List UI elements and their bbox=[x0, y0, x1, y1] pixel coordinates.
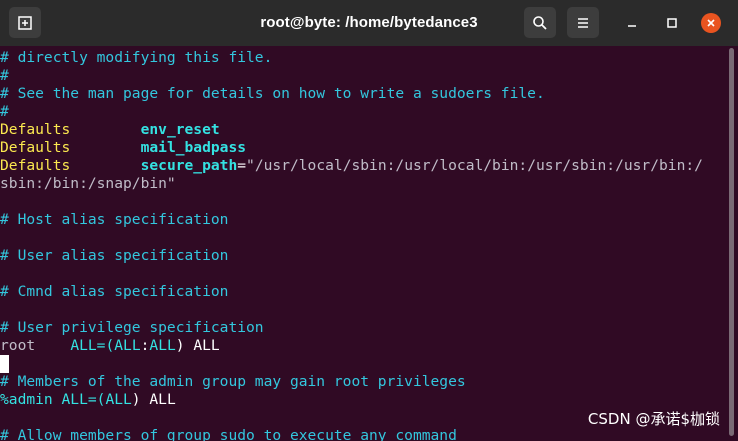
defaults-keyword: Defaults bbox=[0, 139, 71, 156]
maximize-icon bbox=[667, 18, 677, 28]
terminal-line: root ALL=(ALL:ALL) ALL bbox=[0, 337, 725, 355]
terminal-line: sbin:/bin:/snap/bin" bbox=[0, 175, 176, 192]
maximize-button[interactable] bbox=[662, 13, 682, 33]
minimize-icon bbox=[628, 25, 636, 27]
terminal-content[interactable]: # directly modifying this file. # # See … bbox=[0, 46, 725, 441]
terminal-line: # directly modifying this file. bbox=[0, 49, 273, 66]
search-icon bbox=[533, 15, 547, 30]
terminal-line: Defaults mail_badpass bbox=[0, 139, 725, 157]
terminal-line: # User privilege specification bbox=[0, 319, 264, 336]
rule-part: ) ALL bbox=[131, 391, 176, 408]
defaults-key: secure_path bbox=[140, 157, 238, 174]
equals-sign: = bbox=[237, 157, 247, 174]
scrollbar-thumb[interactable] bbox=[729, 48, 734, 436]
search-button[interactable] bbox=[524, 7, 556, 38]
rule-part: ALL bbox=[105, 391, 132, 408]
path-string: "/usr/local/sbin:/usr/local/bin:/usr/sbi… bbox=[246, 157, 703, 174]
terminal-line: Defaults env_reset bbox=[0, 121, 725, 139]
close-icon bbox=[707, 19, 715, 27]
user-name: root bbox=[0, 337, 36, 354]
terminal-line bbox=[0, 355, 725, 373]
defaults-keyword: Defaults bbox=[0, 157, 71, 174]
rule-part: ALL bbox=[114, 337, 141, 354]
terminal-line: # bbox=[0, 67, 9, 84]
terminal-line: Defaults secure_path="/usr/local/sbin:/u… bbox=[0, 157, 725, 175]
scrollbar[interactable] bbox=[725, 46, 738, 438]
terminal-line: %admin ALL=(ALL) ALL bbox=[0, 391, 725, 409]
rule-part: ALL=( bbox=[70, 337, 115, 354]
terminal-line: # bbox=[0, 103, 9, 120]
defaults-keyword: Defaults bbox=[0, 121, 71, 138]
watermark: CSDN @承诺$枷锁 bbox=[587, 410, 720, 428]
terminal-line: # User alias specification bbox=[0, 247, 229, 264]
close-button[interactable] bbox=[701, 13, 721, 33]
terminal-line: # Allow members of group sudo to execute… bbox=[0, 427, 457, 441]
terminal-line: # See the man page for details on how to… bbox=[0, 85, 545, 102]
hamburger-menu-icon bbox=[578, 17, 588, 28]
terminal-line: # Members of the admin group may gain ro… bbox=[0, 373, 466, 390]
terminal-line: # Host alias specification bbox=[0, 211, 229, 228]
rule-part: ) ALL bbox=[175, 337, 220, 354]
menu-button[interactable] bbox=[567, 7, 599, 38]
terminal-line: # Cmnd alias specification bbox=[0, 283, 229, 300]
rule-part: %admin ALL=( bbox=[0, 391, 106, 408]
minimize-button[interactable] bbox=[622, 13, 642, 33]
text-cursor bbox=[0, 355, 9, 373]
rule-part: ALL bbox=[149, 337, 176, 354]
title-bar: root@byte: /home/bytedance3 bbox=[0, 0, 738, 46]
defaults-value: env_reset bbox=[140, 121, 220, 138]
defaults-value: mail_badpass bbox=[140, 139, 247, 156]
